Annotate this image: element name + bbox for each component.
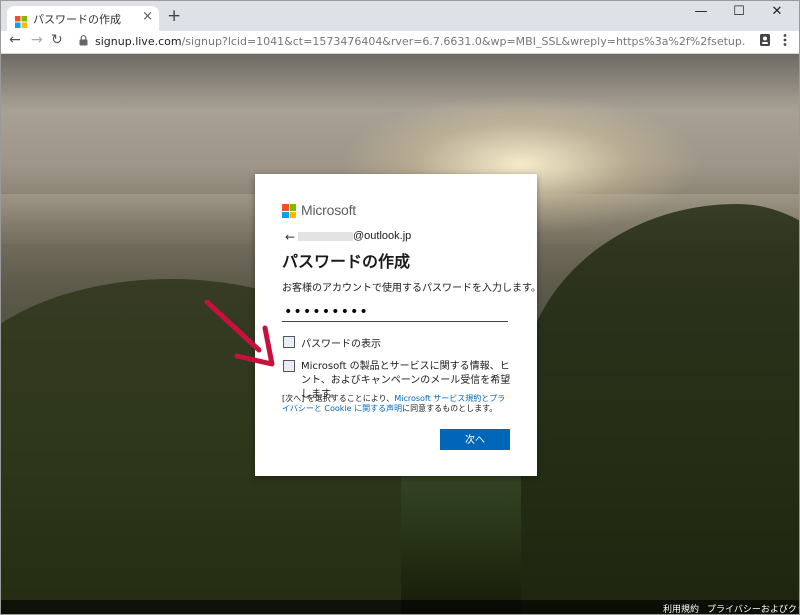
- microsoft-logo-icon: [282, 204, 296, 218]
- background-hill-right: [521, 204, 799, 614]
- terms-link[interactable]: 利用規約: [663, 602, 699, 614]
- forward-button[interactable]: →: [31, 32, 43, 48]
- tab-title: パスワードの作成: [33, 13, 121, 26]
- browser-toolbar: ← → ↻ signup.live.com/signup?lcid=1041&c…: [1, 31, 799, 54]
- back-button[interactable]: ←: [9, 32, 21, 48]
- address-bar[interactable]: signup.live.com/signup?lcid=1041&ct=1573…: [73, 32, 745, 52]
- signup-card: Microsoft ← @outlook.jp パスワードの作成 お客様のアカウ…: [255, 174, 541, 476]
- page-title: パスワードの作成: [282, 252, 411, 271]
- profile-icon[interactable]: [759, 33, 771, 51]
- page-footer: 利用規約 プライバシーおよびクッキー: [1, 600, 799, 614]
- browser-tab[interactable]: パスワードの作成 ×: [7, 6, 159, 31]
- reload-button[interactable]: ↻: [51, 32, 63, 48]
- url-text[interactable]: signup.live.com/signup?lcid=1041&ct=1573…: [95, 35, 745, 48]
- title-bar: パスワードの作成 × + — ☐ ✕: [1, 1, 799, 31]
- menu-icon[interactable]: [783, 33, 787, 51]
- microsoft-wordmark: Microsoft: [301, 202, 356, 218]
- redacted-username: [298, 232, 353, 241]
- lock-icon: [79, 35, 88, 49]
- password-input[interactable]: [282, 302, 508, 322]
- show-password-label: パスワードの表示: [301, 339, 381, 350]
- url-host: signup.live.com: [95, 35, 182, 48]
- minimize-button[interactable]: —: [681, 4, 721, 19]
- close-window-button[interactable]: ✕: [757, 4, 797, 19]
- browser-window: パスワードの作成 × + — ☐ ✕ ← → ↻ signup.live.com…: [0, 0, 800, 615]
- maximize-button[interactable]: ☐: [719, 4, 759, 19]
- microsoft-favicon-icon: [15, 13, 27, 28]
- next-button[interactable]: 次へ: [440, 429, 510, 450]
- back-arrow-icon[interactable]: ←: [285, 230, 295, 244]
- instruction-text: お客様のアカウントで使用するパスワードを入力します。: [282, 283, 541, 294]
- tab-close-icon[interactable]: ×: [142, 9, 153, 24]
- url-path: /signup?lcid=1041&ct=1573476404&rver=6.7…: [181, 35, 745, 48]
- legal-prefix: [次へ] を選択することにより、: [282, 394, 395, 403]
- new-tab-button[interactable]: +: [167, 6, 181, 26]
- legal-suffix: に同意するものとします。: [402, 404, 498, 413]
- privacy-cookies-link[interactable]: プライバシーおよびクッキー: [707, 602, 799, 614]
- page-content: Microsoft ← @outlook.jp パスワードの作成 お客様のアカウ…: [1, 54, 799, 614]
- legal-notice: [次へ] を選択することにより、Microsoft サービス規約とプライバシーと…: [282, 394, 512, 414]
- email-domain: @outlook.jp: [353, 230, 412, 242]
- annotation-arrow-icon: [204, 300, 275, 367]
